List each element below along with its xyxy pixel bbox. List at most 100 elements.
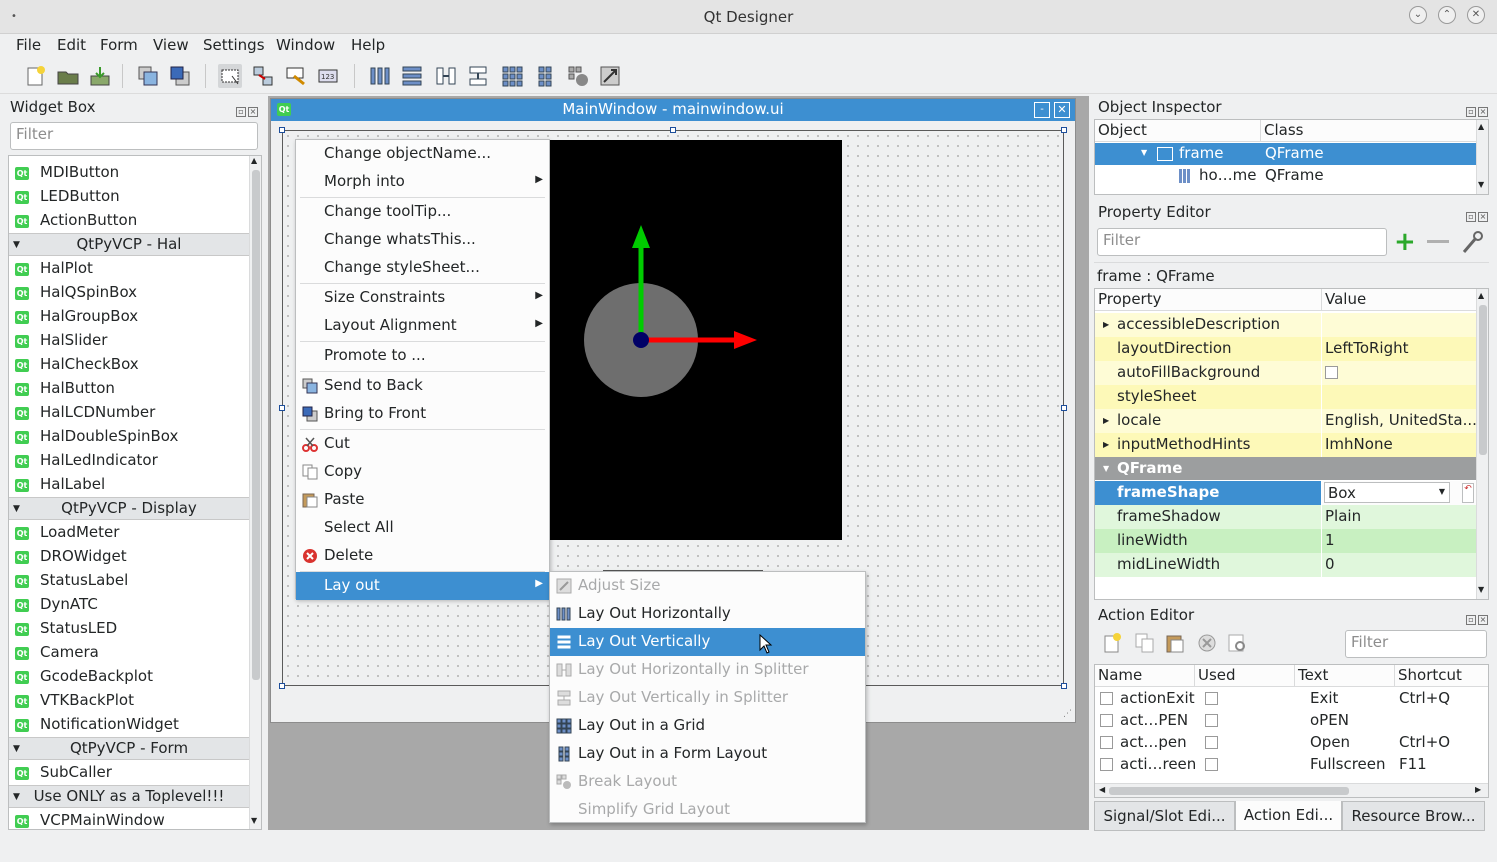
selection-handle[interactable] (279, 683, 285, 689)
frameshape-dropdown[interactable]: Box ▼ (1324, 482, 1450, 503)
save-form-icon[interactable] (88, 64, 112, 88)
action-used-checkbox[interactable] (1205, 758, 1218, 771)
selection-handle[interactable] (279, 405, 285, 411)
col-used[interactable]: Used (1195, 665, 1295, 687)
col-object[interactable]: Object (1095, 120, 1261, 142)
copy-action-icon[interactable] (1134, 632, 1156, 654)
edit-widgets-icon[interactable] (218, 64, 242, 88)
configure-icon[interactable] (1460, 230, 1484, 256)
float-icon[interactable]: ▫ (1466, 107, 1476, 117)
property-row[interactable]: autoFillBackground (1095, 361, 1476, 385)
scroll-down-icon[interactable]: ▼ (251, 816, 257, 825)
action-used-checkbox[interactable] (1205, 714, 1218, 727)
widget-item[interactable]: Qt HalCheckBox (9, 353, 247, 377)
menu-edit[interactable]: Edit (57, 36, 86, 54)
add-dynamic-property-icon[interactable]: + (1394, 229, 1416, 255)
scroll-up-icon[interactable]: ▲ (1478, 122, 1484, 131)
window-menu-dot-icon[interactable]: • (9, 9, 19, 22)
float-icon[interactable]: ▫ (236, 107, 246, 117)
widget-category[interactable]: ▼ QtPyVCP - Form (9, 737, 249, 760)
menu-file[interactable]: File (16, 36, 41, 54)
edit-signals-slots-icon[interactable] (251, 64, 275, 88)
delete-action-icon[interactable] (1196, 632, 1218, 654)
autofill-checkbox[interactable] (1325, 366, 1338, 379)
action-row[interactable]: actionExit Exit Ctrl+Q (1095, 688, 1483, 710)
menu-help[interactable]: Help (351, 36, 385, 54)
widget-item[interactable]: Qt StatusLabel (9, 569, 247, 593)
close-icon[interactable]: × (1478, 212, 1488, 222)
col-value[interactable]: Value (1322, 289, 1476, 311)
float-icon[interactable]: ▫ (1466, 212, 1476, 222)
widget-item[interactable]: Qt MDIButton (9, 161, 247, 185)
scrollbar-thumb[interactable] (1109, 787, 1349, 795)
layout-submenu-item[interactable]: Adjust Size (550, 572, 865, 600)
action-table-hscrollbar[interactable]: ◀ ▶ (1095, 783, 1488, 797)
property-scrollbar[interactable]: ▲ ▼ (1476, 289, 1488, 599)
context-menu-item[interactable]: Size Constraints ▶ (296, 284, 549, 312)
expand-arrow-icon[interactable]: ▼ (1141, 148, 1147, 157)
scroll-up-icon[interactable]: ▲ (251, 156, 257, 165)
property-value[interactable]: English, UnitedSta... (1322, 409, 1476, 433)
widget-item[interactable]: Qt HalLedIndicator (9, 449, 247, 473)
widget-item[interactable]: Qt Camera (9, 641, 247, 665)
action-checkbox[interactable] (1100, 758, 1113, 771)
menu-settings[interactable]: Settings (203, 36, 265, 54)
layout-horizontal-splitter-icon[interactable] (434, 64, 458, 88)
object-inspector-dock-buttons[interactable]: ▫ × (1464, 100, 1490, 117)
vtk-backplot-view[interactable] (549, 140, 842, 540)
widget-item[interactable]: Qt HalLCDNumber (9, 401, 247, 425)
context-menu-item[interactable]: Change styleSheet... (296, 254, 549, 282)
action-row[interactable]: acti…reen Fullscreen F11 (1095, 754, 1483, 776)
widget-item[interactable]: Qt HalQSpinBox (9, 281, 247, 305)
menu-window[interactable]: Window (276, 36, 335, 54)
context-menu-item[interactable]: Layout Alignment ▶ (296, 312, 549, 340)
context-menu-item[interactable]: Send to Back (296, 372, 549, 400)
scrollbar-thumb[interactable] (252, 170, 260, 680)
widget-box-filter[interactable]: Filter (10, 122, 258, 150)
close-icon[interactable]: × (1478, 615, 1488, 625)
close-icon[interactable]: × (1478, 107, 1488, 117)
property-value[interactable]: ImhNone (1322, 433, 1476, 457)
widget-item[interactable]: Qt ActionButton (9, 209, 247, 233)
selection-handle[interactable] (279, 127, 285, 133)
selection-handle[interactable] (1061, 405, 1067, 411)
layout-submenu-item[interactable]: Lay Out Horizontally in Splitter (550, 656, 865, 684)
property-editor-dock-buttons[interactable]: ▫ × (1464, 205, 1490, 222)
context-menu-item[interactable]: Select All (296, 514, 549, 542)
layout-submenu-item[interactable]: Simplify Grid Layout (550, 796, 865, 824)
action-checkbox[interactable] (1100, 736, 1113, 749)
maximize-icon[interactable]: ⌃ (1438, 6, 1456, 24)
widget-item[interactable]: Qt LEDButton (9, 185, 247, 209)
expand-arrow-icon[interactable]: ▶ (1103, 416, 1109, 425)
selection-handle[interactable] (1061, 683, 1067, 689)
adjust-size-icon[interactable] (598, 64, 622, 88)
context-menu-item[interactable]: Promote to ... (296, 342, 549, 370)
property-row[interactable]: frameShape Box ▼ ↶ (1095, 481, 1476, 505)
action-used-checkbox[interactable] (1205, 736, 1218, 749)
col-text[interactable]: Text (1295, 665, 1395, 687)
widget-category[interactable]: ▼ Use ONLY as a Toplevel!!! (9, 785, 249, 808)
action-filter[interactable]: Filter (1345, 630, 1487, 658)
property-value[interactable] (1322, 361, 1476, 385)
scroll-left-icon[interactable]: ◀ (1099, 785, 1105, 794)
break-layout-icon[interactable] (566, 64, 590, 88)
tab-resource-browser[interactable]: Resource Brow... (1342, 801, 1485, 831)
widget-item[interactable]: Qt GcodeBackplot (9, 665, 247, 689)
layout-submenu-item[interactable]: Lay Out Vertically in Splitter (550, 684, 865, 712)
reset-property-icon[interactable]: ↶ (1462, 483, 1474, 503)
selection-handle[interactable] (1061, 127, 1067, 133)
widget-item[interactable]: Qt HalPlot (9, 257, 247, 281)
property-value[interactable] (1322, 385, 1476, 409)
layout-vertical-icon[interactable] (400, 64, 424, 88)
send-to-back-icon[interactable] (136, 64, 160, 88)
layout-form-icon[interactable] (533, 64, 557, 88)
tree-row-home[interactable]: ho…me QFrame (1095, 165, 1476, 187)
widget-item[interactable]: Qt HalButton (9, 377, 247, 401)
widget-item[interactable]: Qt LoadMeter (9, 521, 247, 545)
expand-arrow-icon[interactable]: ▶ (1103, 320, 1109, 329)
layout-submenu-item[interactable]: Lay Out Vertically (550, 628, 865, 656)
widget-item[interactable]: Qt NotificationWidget (9, 713, 247, 737)
property-section-qframe[interactable]: QFrame ▼ (1095, 457, 1476, 481)
widget-category[interactable]: ▼ QtPyVCP - Display (9, 497, 249, 520)
context-menu-item[interactable]: Paste (296, 486, 549, 514)
